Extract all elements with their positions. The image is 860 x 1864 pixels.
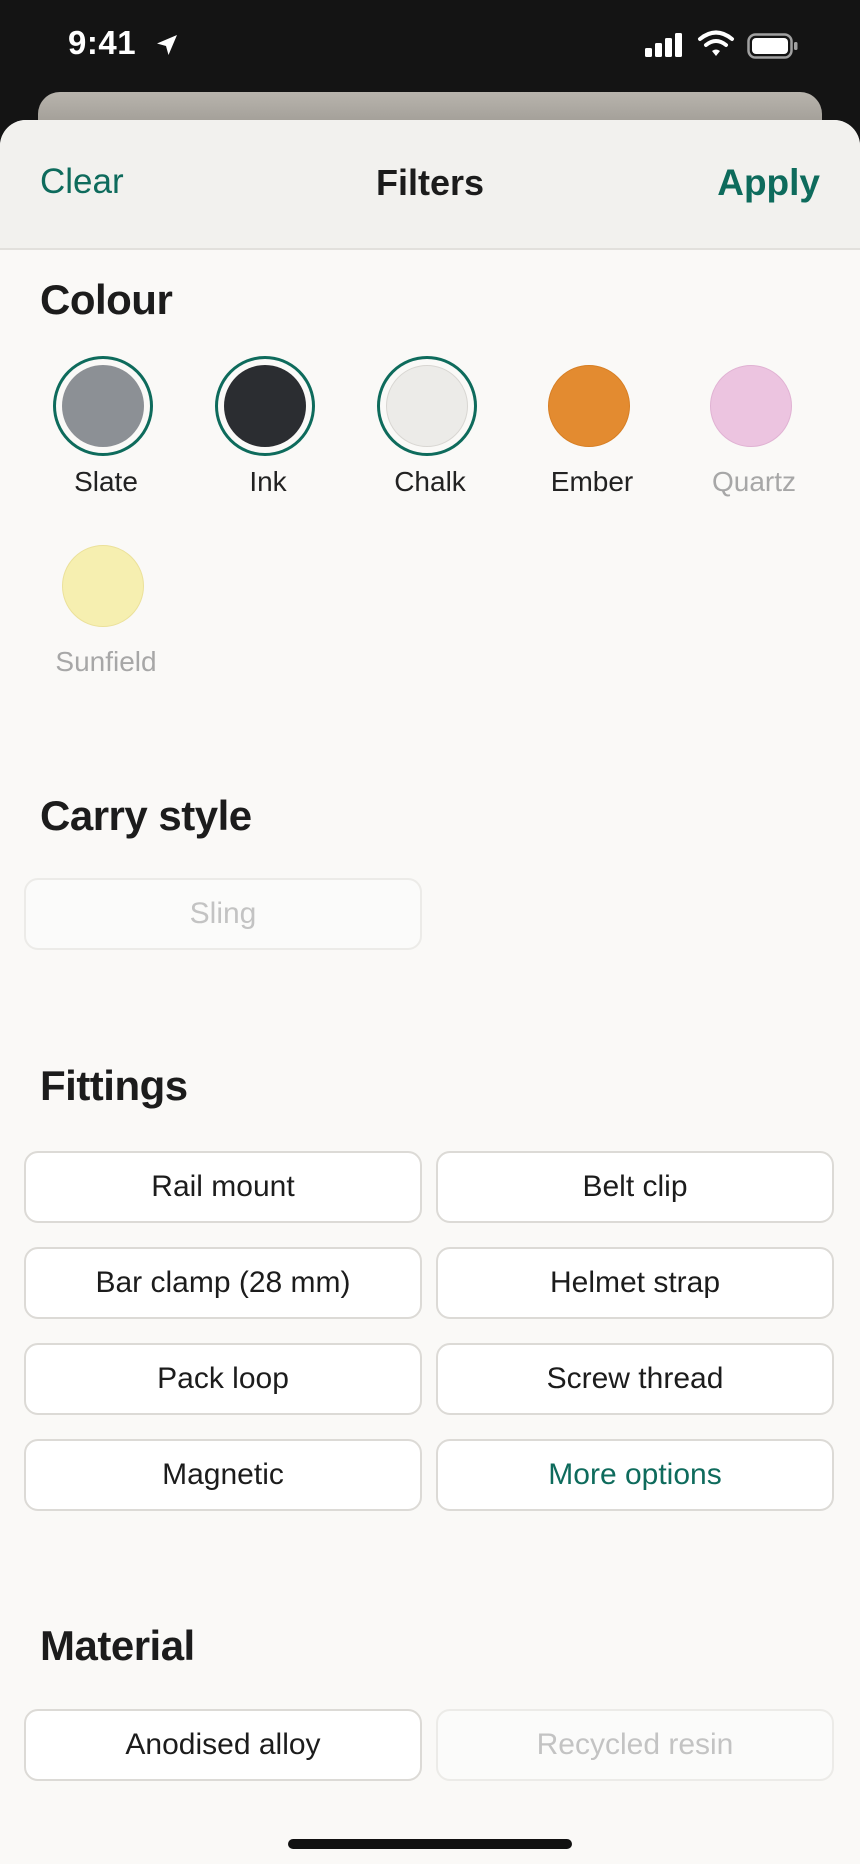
material-heading: Material: [40, 1622, 195, 1669]
carry-style-heading: Carry style: [40, 792, 252, 839]
swatch-chalk[interactable]: Chalk: [364, 356, 496, 506]
swatch-slate[interactable]: Slate: [40, 356, 172, 506]
chip-bar-clamp[interactable]: Bar clamp (28 mm): [24, 1247, 422, 1319]
swatch-color: [548, 365, 630, 447]
chip-magnetic[interactable]: Magnetic: [24, 1439, 422, 1511]
swatch-sunfield: Sunfield: [40, 536, 172, 686]
chip-rail-mount[interactable]: Rail mount: [24, 1151, 422, 1223]
cellular-signal-icon: [645, 33, 682, 57]
status-bar: 9:41: [0, 0, 860, 100]
swatch-color: [62, 545, 144, 627]
swatch-color: [386, 365, 468, 447]
wifi-icon: [698, 30, 734, 56]
colour-heading: Colour: [40, 276, 173, 323]
location-arrow-icon: [157, 35, 177, 55]
swatch-ember[interactable]: Ember: [526, 356, 658, 506]
home-indicator: [288, 1839, 572, 1849]
filters-sheet: Clear Filters Apply Colour Slate Ink Cha…: [0, 120, 860, 1864]
swatch-label: Quartz: [711, 466, 797, 497]
swatch-ink[interactable]: Ink: [202, 356, 334, 506]
fittings-heading: Fittings: [40, 1062, 188, 1109]
swatch-color: [224, 365, 306, 447]
chip-sling: Sling: [24, 878, 422, 950]
swatch-label: Slate: [74, 466, 138, 497]
chip-pack-loop[interactable]: Pack loop: [24, 1343, 422, 1415]
chip-screw-thread[interactable]: Screw thread: [436, 1343, 834, 1415]
swatch-color: [62, 365, 144, 447]
battery-icon: [747, 33, 798, 59]
chip-helmet-strap[interactable]: Helmet strap: [436, 1247, 834, 1319]
apply-button[interactable]: Apply: [717, 162, 820, 204]
swatch-label: Chalk: [394, 466, 466, 497]
swatch-quartz: Quartz: [688, 356, 820, 506]
sheet-header: Clear Filters Apply: [0, 120, 860, 250]
swatch-label: Ink: [249, 466, 287, 497]
swatch-color: [710, 365, 792, 447]
chip-anodised-alloy[interactable]: Anodised alloy: [24, 1709, 422, 1781]
status-time: 9:41: [68, 24, 137, 61]
more-options-button[interactable]: More options: [436, 1439, 834, 1511]
chip-recycled-resin: Recycled resin: [436, 1709, 834, 1781]
swatch-label: Ember: [550, 466, 634, 497]
chip-belt-clip[interactable]: Belt clip: [436, 1151, 834, 1223]
swatch-label: Sunfield: [55, 646, 157, 677]
